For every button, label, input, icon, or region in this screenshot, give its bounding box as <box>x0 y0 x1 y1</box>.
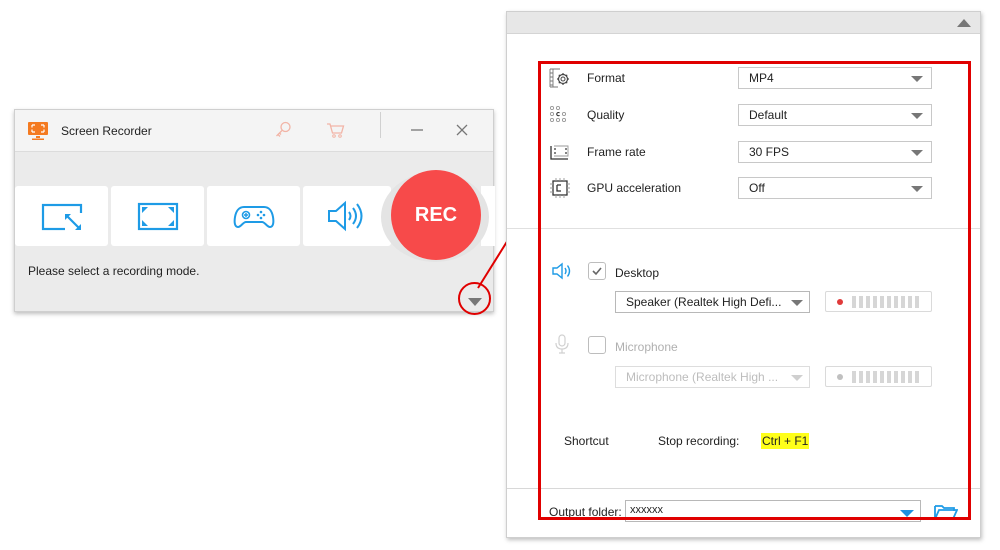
chevron-down-icon <box>911 186 923 192</box>
folder-open-icon[interactable] <box>934 502 958 522</box>
key-icon[interactable] <box>273 120 293 140</box>
rec-button[interactable]: REC <box>391 170 481 260</box>
triangle-up-icon[interactable] <box>956 18 972 28</box>
mode-region-button[interactable] <box>15 186 108 246</box>
setting-row-quality: Quality Default <box>507 104 980 126</box>
gamepad-icon <box>233 206 274 229</box>
cart-icon[interactable] <box>326 120 346 140</box>
section-divider <box>507 228 980 229</box>
output-folder-select[interactable]: xxxxxx <box>625 500 921 522</box>
quality-dots-icon <box>549 105 567 123</box>
chevron-down-icon <box>911 76 923 82</box>
microphone-icon <box>555 334 569 354</box>
chevron-down-icon <box>791 300 803 306</box>
frame-rate-label: Frame rate <box>587 145 646 159</box>
setting-row-format: Format MP4 <box>507 67 980 89</box>
desktop-audio-checkbox[interactable] <box>588 262 606 280</box>
shortcut-label: Shortcut <box>564 434 609 448</box>
title-bar: Screen Recorder <box>15 110 493 152</box>
microphone-volume-meter <box>825 366 932 387</box>
microphone-label: Microphone <box>615 340 678 354</box>
frame-rate-value: 30 FPS <box>749 145 790 159</box>
desktop-audio-device-select[interactable]: Speaker (Realtek High Defi... <box>615 291 810 313</box>
format-value: MP4 <box>749 71 774 85</box>
chevron-down-icon <box>791 375 803 381</box>
microphone-device-value: Microphone (Realtek High ... <box>626 370 779 384</box>
desktop-volume-meter <box>825 291 932 312</box>
shortcut-action: Stop recording: <box>658 434 740 448</box>
desktop-audio-label: Desktop <box>615 266 660 280</box>
footer-divider <box>507 488 980 489</box>
desktop-device-value: Speaker (Realtek High Defi... <box>626 295 782 309</box>
panel-header <box>507 12 980 34</box>
microphone-checkbox[interactable] <box>588 336 606 354</box>
quality-value: Default <box>749 108 788 122</box>
chevron-down-icon <box>911 150 923 156</box>
meter-bars <box>852 371 919 383</box>
format-gear-icon <box>549 68 569 88</box>
shortcut-keys[interactable]: Ctrl + F1 <box>761 433 810 449</box>
mode-fullscreen-button[interactable] <box>111 186 204 246</box>
setting-row-gpu: GPU acceleration Off <box>507 177 980 199</box>
app-title: Screen Recorder <box>61 124 152 138</box>
output-folder-label: Output folder: <box>549 505 622 519</box>
mode-game-button[interactable] <box>207 186 300 246</box>
triangle-down-icon[interactable] <box>467 296 483 308</box>
meter-bars <box>852 296 919 308</box>
screen-recorder-window: Screen Recorder REC Please select a reco… <box>14 109 495 312</box>
microphone-device-select[interactable]: Microphone (Realtek High ... <box>615 366 810 388</box>
mode-audio-button[interactable] <box>303 186 391 246</box>
screen-recorder-app-icon <box>28 122 48 140</box>
desktop-audio-speaker-icon <box>552 262 571 280</box>
setting-row-frame-rate: Frame rate 30 FPS <box>507 141 980 163</box>
frame-rate-icon <box>550 145 569 160</box>
desktop-meter-dot <box>837 299 843 305</box>
region-resize-icon <box>41 203 83 231</box>
minimize-icon[interactable] <box>407 120 427 140</box>
fullscreen-icon <box>137 202 178 231</box>
title-separator <box>380 112 381 138</box>
chip-icon <box>550 178 570 198</box>
gpu-select[interactable]: Off <box>738 177 932 199</box>
format-select[interactable]: MP4 <box>738 67 932 89</box>
settings-panel: Format MP4 Quality Default Frame rate 30… <box>506 11 981 538</box>
chevron-down-icon <box>900 510 914 517</box>
format-label: Format <box>587 71 626 85</box>
recording-modes: REC <box>15 170 495 262</box>
gpu-value: Off <box>749 181 765 195</box>
close-icon[interactable] <box>452 120 472 140</box>
frame-rate-select[interactable]: 30 FPS <box>738 141 932 163</box>
microphone-meter-dot <box>837 374 843 380</box>
checkmark-icon <box>592 267 602 276</box>
quality-select[interactable]: Default <box>738 104 932 126</box>
speaker-icon <box>328 200 363 232</box>
quality-label: Quality <box>587 108 625 122</box>
status-message: Please select a recording mode. <box>28 264 200 278</box>
gpu-label: GPU acceleration <box>587 181 682 195</box>
output-folder-value: xxxxxx <box>630 504 663 516</box>
chevron-down-icon <box>911 113 923 119</box>
